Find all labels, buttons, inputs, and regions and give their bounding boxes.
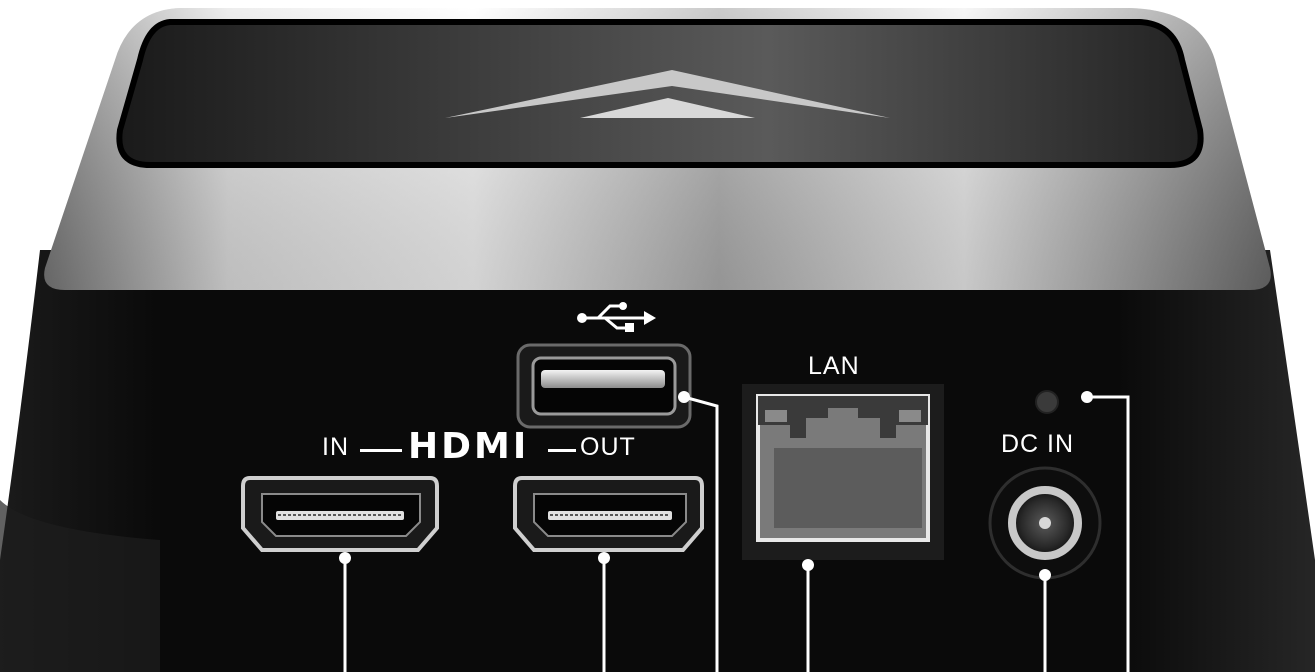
dc-in-label: DC IN [1001, 430, 1075, 458]
status-led [1035, 390, 1059, 414]
hdmi-out-dash [548, 449, 576, 452]
device-body [0, 250, 1315, 672]
top-glass [116, 19, 1204, 168]
dc-in-jack [988, 466, 1102, 580]
hdmi-out-label: OUT [580, 433, 636, 461]
lan-label: LAN [808, 352, 860, 380]
hdmi-in-label: IN [322, 433, 349, 461]
usb-port [516, 343, 692, 429]
hdmi-out-port [513, 476, 704, 552]
hdmi-logo: HDMI [408, 426, 530, 467]
lan-port [742, 384, 944, 560]
device-rear-panel-diagram [0, 8, 1315, 672]
hdmi-in-port [241, 476, 439, 552]
hdmi-in-dash [360, 449, 402, 452]
